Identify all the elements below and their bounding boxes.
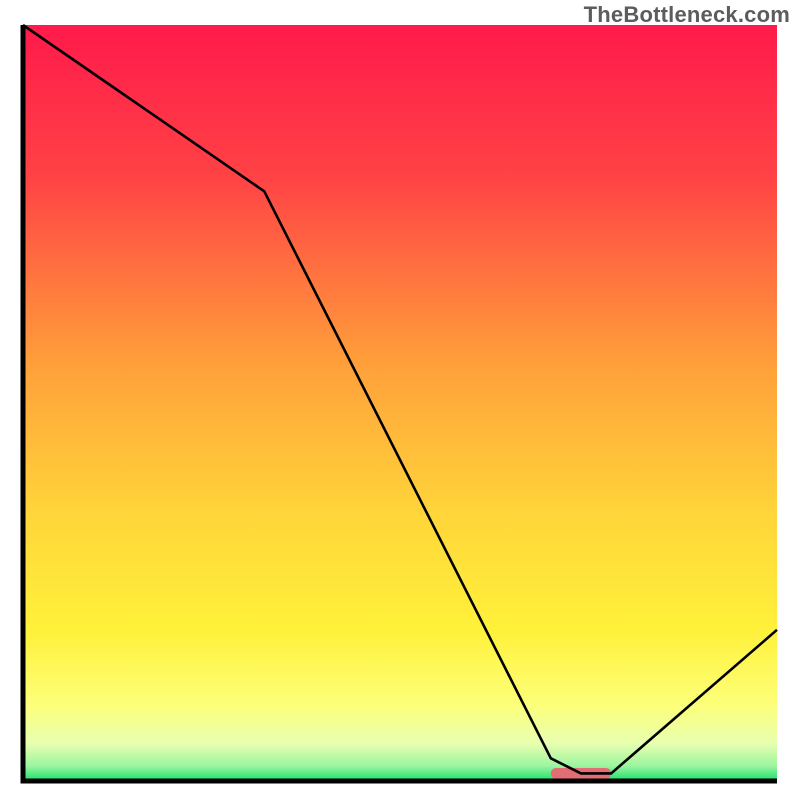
plot-area bbox=[23, 25, 777, 781]
bottleneck-chart bbox=[0, 0, 800, 800]
watermark-text: TheBottleneck.com bbox=[584, 2, 790, 28]
chart-container: TheBottleneck.com bbox=[0, 0, 800, 800]
gradient-background bbox=[23, 25, 777, 781]
